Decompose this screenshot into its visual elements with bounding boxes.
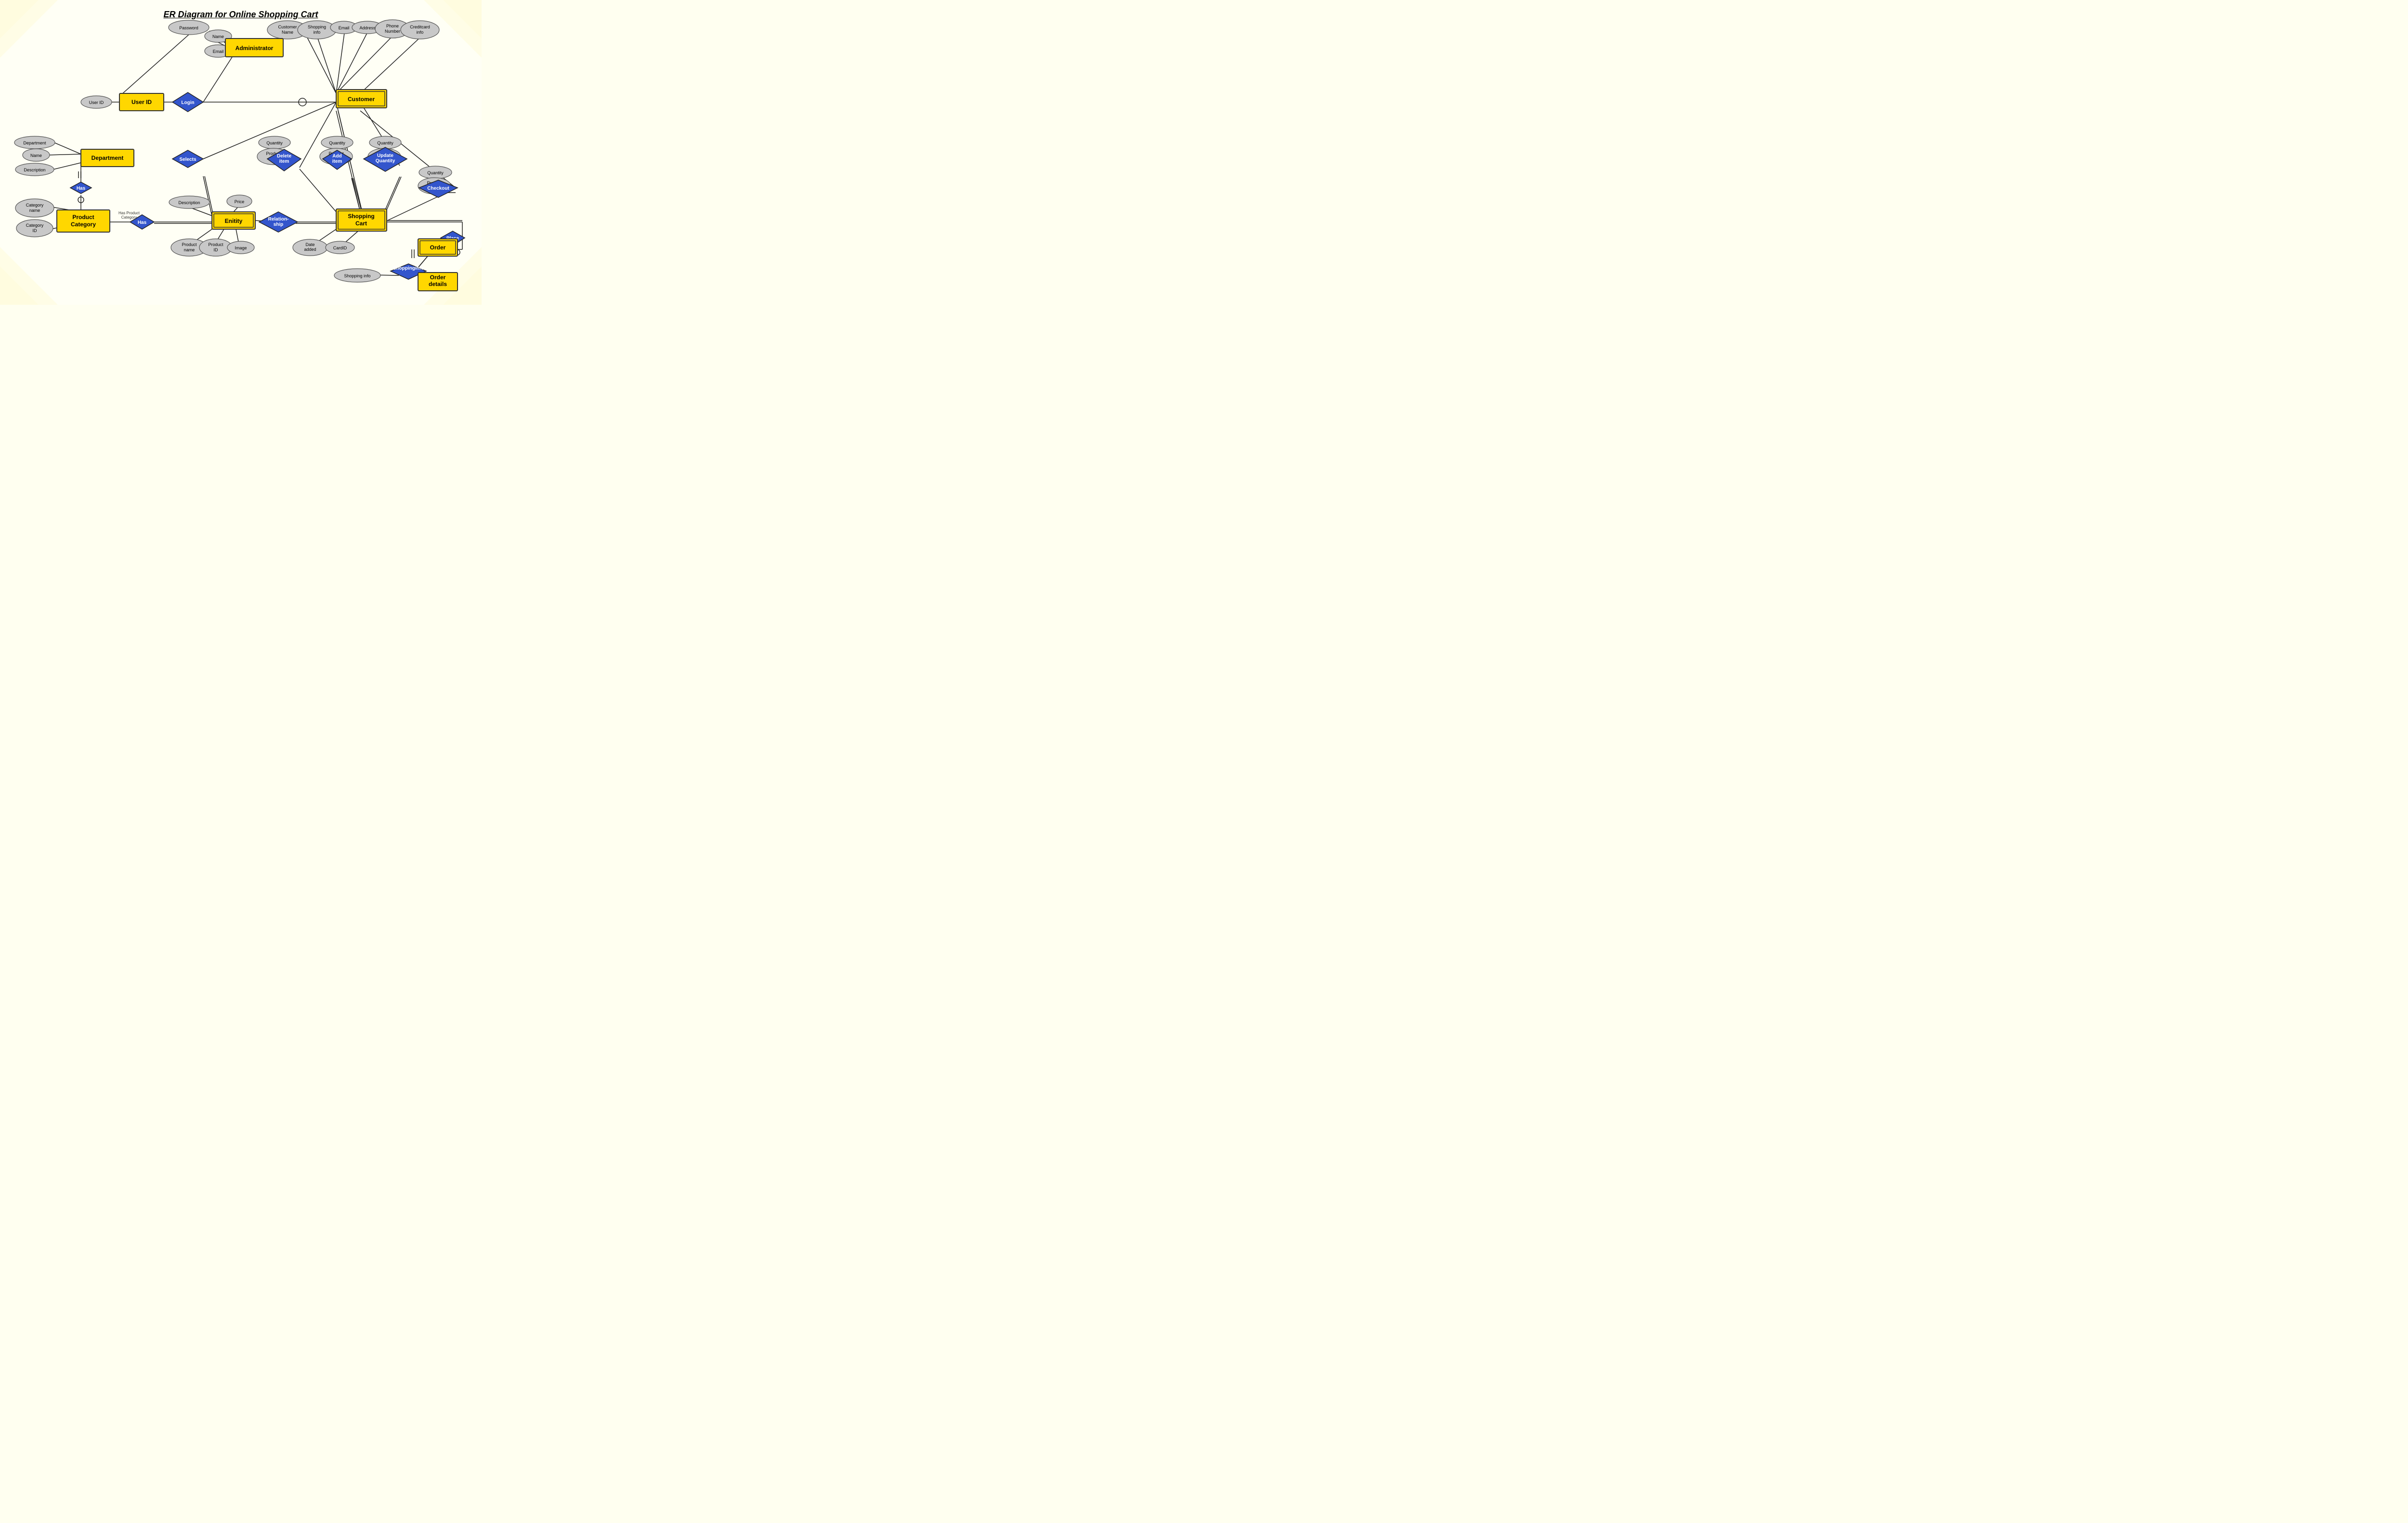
attr-phone-label2: Number <box>385 29 400 34</box>
attr-add-qty-label: Quantity <box>329 141 345 145</box>
attr-password-label: Password <box>179 26 198 30</box>
attr-cust-name-label: Customer <box>278 25 297 29</box>
entity-shoppingcart-label: Shopping <box>348 213 374 220</box>
entity-administrator-label: Administrator <box>236 45 274 52</box>
attr-phone-label: Phone <box>386 24 399 28</box>
attr-upd-qty-label: Quantity <box>377 141 393 145</box>
attr-ent-desc-label: Description <box>178 200 200 205</box>
rel-has-dept-label: Has <box>77 186 86 191</box>
attr-cat-id-label2: ID <box>33 228 38 233</box>
attr-userid-label: User ID <box>89 100 104 105</box>
entity-department-label: Department <box>92 155 124 161</box>
attr-adm-name-label: Name <box>212 34 224 39</box>
attr-dept-dept-label: Department <box>23 141 46 145</box>
rel-updateqty-label: Update <box>377 153 393 158</box>
attr-shopping-info-label: Shopping <box>308 25 326 29</box>
attr-ent-prodname-label2: name <box>184 247 195 252</box>
er-diagram-svg: Password Name Email Customer Name Shoppi… <box>0 0 482 305</box>
entity-enitity-label: Enitity <box>225 218 243 224</box>
attr-sc-dateadded-label2: added <box>304 247 316 252</box>
attr-email-label: Email <box>339 26 350 30</box>
attr-ent-prodid-label: Product <box>208 242 223 247</box>
entity-orderdetails-label2: details <box>429 281 447 287</box>
entity-order-label: Order <box>430 244 446 251</box>
attr-cat-id-label: Category <box>26 223 44 228</box>
attr-shinfo-label: Shopping info <box>344 273 370 278</box>
er-diagram-page: ER Diagram for Online Shopping Cart <box>0 0 482 305</box>
attr-ent-image-label: Image <box>235 246 247 250</box>
has-product-category-label: Has Product <box>118 211 140 215</box>
entity-shoppingcart-label2: Cart <box>355 220 367 227</box>
entity-customer-label: Customer <box>348 96 375 103</box>
rel-checkout-label: Checkout <box>427 186 449 191</box>
entity-productcategory-label2: Category <box>71 221 96 228</box>
attr-ent-prodname-label: Product <box>182 242 197 247</box>
rel-updateqty-label2: Quantity <box>376 158 395 164</box>
attr-creditcard-label: Creditcard <box>410 25 430 29</box>
has-product-category-label2: Category <box>121 215 137 220</box>
rel-relationship-label: Relation- <box>268 217 289 222</box>
entity-productcategory-label: Product <box>72 214 94 221</box>
attr-cat-name-label2: name <box>29 208 40 213</box>
attr-creditcard-label2: info <box>417 30 424 35</box>
entity-orderdetails-label: Order <box>430 274 446 281</box>
rel-additem-label: Add <box>332 154 341 159</box>
attr-sc-dateadded-label: Date <box>305 242 314 247</box>
rel-additem-label2: item <box>332 159 342 164</box>
attr-dept-desc-label: Description <box>24 168 45 172</box>
attr-dept-name-label: Name <box>30 153 42 158</box>
rel-deleteitem-label: Delete <box>277 154 291 159</box>
attr-chk-qty-label: Quantity <box>427 170 444 175</box>
rel-deleteitem-label2: item <box>279 159 289 164</box>
rel-has-prod-label: Has <box>138 220 147 225</box>
attr-del-qty-label: Quantity <box>266 141 283 145</box>
attr-address-label: Address <box>359 26 376 30</box>
attr-cust-name-label2: Name <box>282 30 293 35</box>
page-title-overlay: ER Diagram for Online Shopping Cart <box>0 4 482 20</box>
attr-sc-cardid-label: CardID <box>333 246 347 250</box>
attr-cat-name-label: Category <box>26 203 44 208</box>
rel-shoppinginfo-label: Shoppinginfo <box>393 266 424 271</box>
attr-ent-prodid-label2: ID <box>214 247 219 252</box>
attr-shopping-info-label2: info <box>314 30 321 35</box>
attr-adm-email-label: Email <box>213 49 224 54</box>
attr-ent-price-label: Price <box>235 199 245 204</box>
rel-login-label: Login <box>181 100 194 105</box>
rel-selects-label: Selects <box>179 157 196 162</box>
entity-userid-label: User ID <box>131 99 152 105</box>
rel-relationship-label2: ship <box>274 222 284 227</box>
